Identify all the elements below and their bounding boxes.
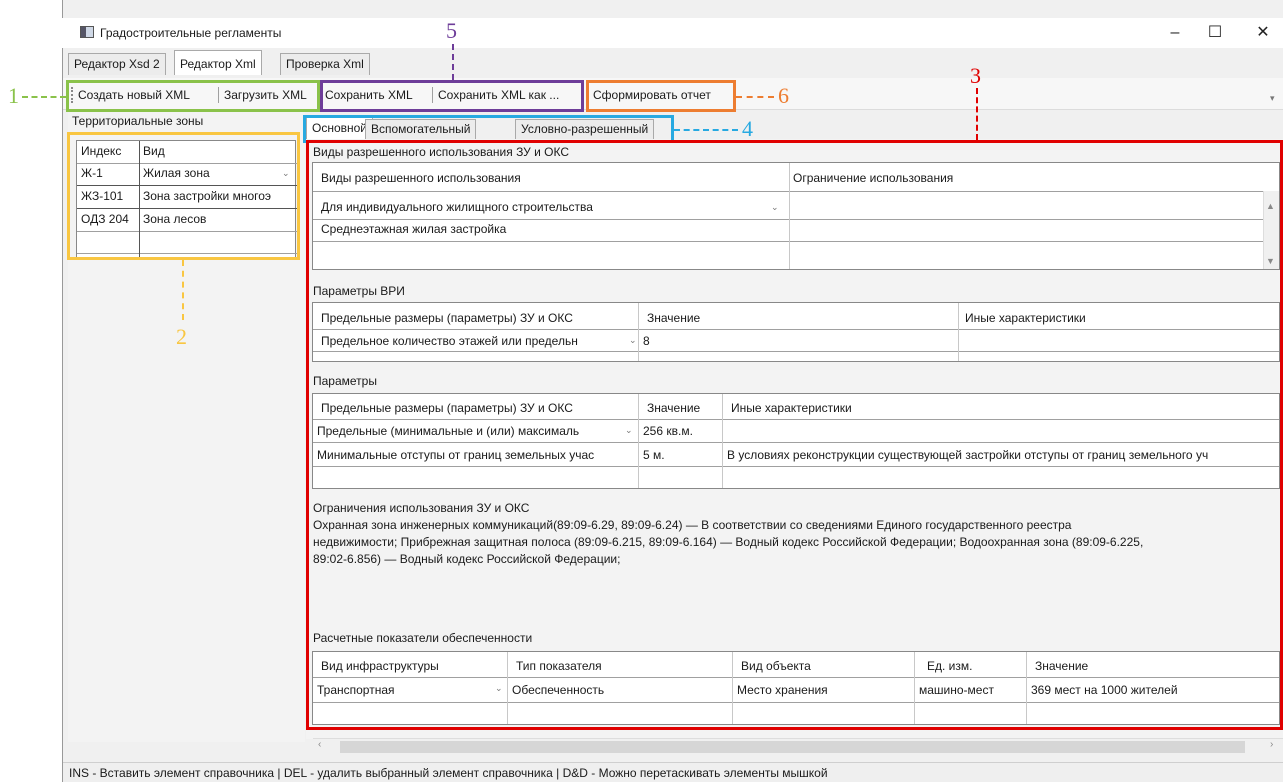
callout-1: 1 <box>8 83 19 108</box>
callout-2-line <box>182 260 184 320</box>
scrollbar-thumb[interactable] <box>340 741 1245 753</box>
callout-6-line <box>736 96 774 98</box>
tab-xml-check[interactable]: Проверка Xml <box>280 53 370 75</box>
callout-6: 6 <box>778 83 789 108</box>
callout-5-line <box>452 44 454 80</box>
callout-3-line <box>976 88 978 140</box>
tab-xml-editor[interactable]: Редактор Xml <box>174 50 262 75</box>
scroll-right-icon[interactable]: › <box>1270 739 1273 750</box>
callout-1-line <box>22 96 66 98</box>
tab-xsd-editor[interactable]: Редактор Xsd 2 <box>68 53 166 75</box>
callout-5: 5 <box>446 18 457 43</box>
minimize-button[interactable]: – <box>1158 22 1192 44</box>
callout-4-line <box>674 129 738 131</box>
highlight-box-5 <box>320 80 584 112</box>
window-title: Градостроительные регламенты <box>100 26 282 40</box>
toolbar-overflow-icon[interactable]: ▾ <box>1270 93 1275 104</box>
callout-4: 4 <box>742 116 753 141</box>
callout-2: 2 <box>176 324 187 349</box>
highlight-box-3 <box>306 140 1283 730</box>
maximize-button[interactable]: ☐ <box>1198 22 1232 44</box>
highlight-box-1 <box>66 80 320 112</box>
highlight-box-2 <box>67 132 300 260</box>
scroll-left-icon[interactable]: ‹ <box>318 739 321 750</box>
status-bar: INS - Вставить элемент справочника | DEL… <box>63 762 1283 782</box>
highlight-box-4 <box>303 115 674 143</box>
highlight-box-6 <box>586 80 736 112</box>
app-icon <box>80 26 94 38</box>
callout-3: 3 <box>970 63 981 88</box>
close-button[interactable]: ✕ <box>1246 22 1280 44</box>
zones-title: Территориальные зоны <box>72 114 204 128</box>
